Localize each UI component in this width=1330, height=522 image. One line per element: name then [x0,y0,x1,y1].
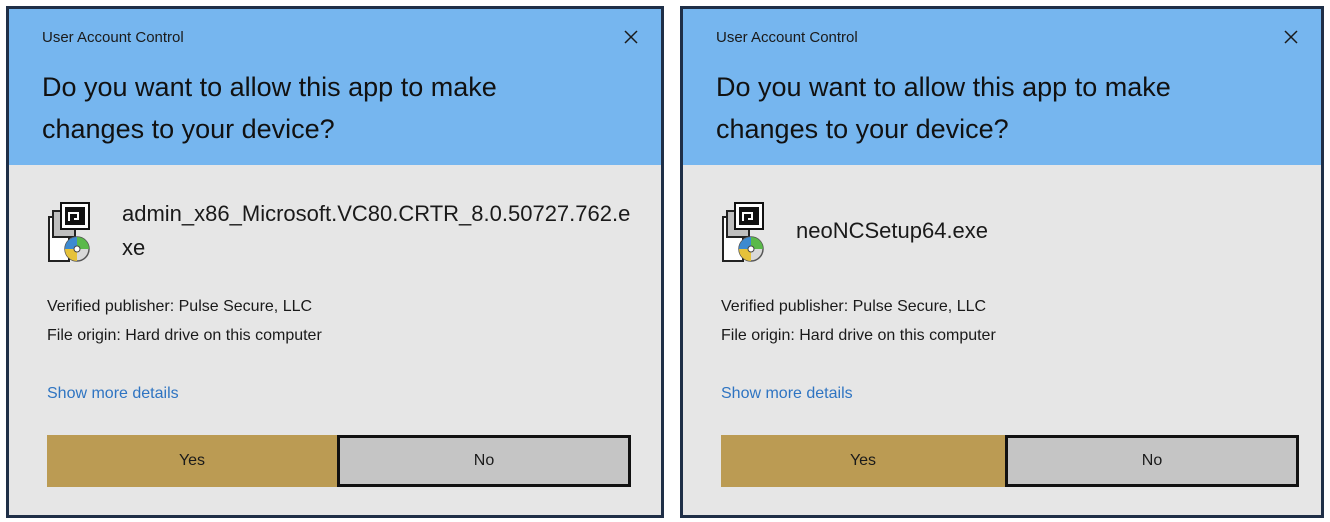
installer-icon [721,201,775,265]
show-more-details-link[interactable]: Show more details [721,385,853,403]
yes-button[interactable]: Yes [721,435,1005,487]
installer-icon [47,201,101,265]
yes-button[interactable]: Yes [47,435,337,487]
file-origin: File origin: Hard drive on this computer [47,327,322,344]
file-origin: File origin: Hard drive on this computer [721,327,996,344]
no-button[interactable]: No [337,435,631,487]
prompt-question: Do you want to allow this app to make ch… [42,72,497,144]
close-icon [624,30,638,44]
window-title: User Account Control [716,29,858,46]
uac-dialog: User Account Control Do you want to allo… [6,6,664,518]
close-icon [1284,30,1298,44]
close-button[interactable] [1279,25,1303,49]
dialog-header: User Account Control Do you want to allo… [683,9,1321,165]
app-name: neoNCSetup64.exe [796,218,989,243]
show-more-details-link[interactable]: Show more details [47,385,179,403]
verified-publisher: Verified publisher: Pulse Secure, LLC [721,298,987,315]
close-button[interactable] [619,25,643,49]
dialog-header: User Account Control Do you want to allo… [9,9,661,165]
app-name: admin_x86_Microsoft.VC80.CRTR_8.0.50727.… [122,201,631,260]
no-button[interactable]: No [1005,435,1299,487]
prompt-question: Do you want to allow this app to make ch… [716,72,1171,144]
uac-dialog: User Account Control Do you want to allo… [680,6,1324,518]
verified-publisher: Verified publisher: Pulse Secure, LLC [47,298,313,315]
window-title: User Account Control [42,29,184,46]
